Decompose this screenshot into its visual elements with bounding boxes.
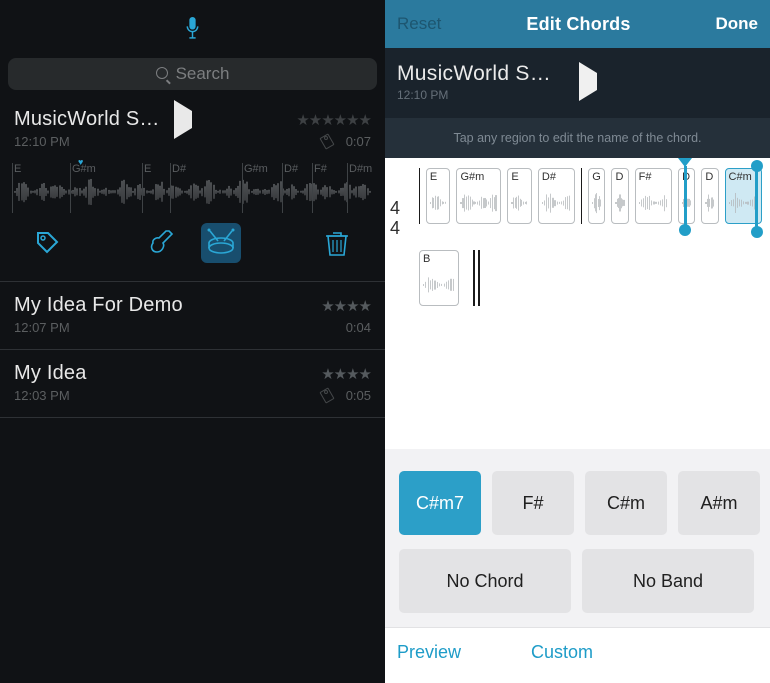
item-duration: 0:07 [346,134,371,149]
chord-region[interactable]: F# [635,168,672,224]
chord-label: G#m [72,163,96,175]
item-time: 12:10 PM [14,134,70,149]
chord-strip[interactable]: ♥ EG#mED#G#mD#F#D#m [14,163,371,213]
item-time: 12:03 PM [14,388,70,403]
item-time: 12:07 PM [14,320,70,335]
chord-region-label: D# [542,171,571,183]
chord-region[interactable]: D# [538,168,575,224]
header-title: Edit Chords [441,14,715,35]
drums-icon[interactable] [201,223,241,263]
list-item-selected[interactable]: MusicWorld S… ★★★★★★ 12:10 PM 0:07 ♥ EG#… [0,98,385,282]
time-signature: 4 4 [390,198,400,238]
chord-region[interactable]: B [419,250,459,306]
rating-stars[interactable]: ★★★★ [321,297,371,315]
mic-icon[interactable] [185,17,200,40]
now-title: MusicWorld S… [397,62,551,86]
tag-icon[interactable] [28,223,68,263]
search-icon [156,67,170,81]
play-button[interactable] [174,111,192,129]
chord-choice[interactable]: A#m [678,471,760,535]
chord-choice[interactable]: No Chord [399,549,571,613]
chord-choice[interactable]: F# [492,471,574,535]
barline-icon [473,250,475,306]
chord-region-label: F# [639,171,668,183]
item-duration: 0:05 [346,388,371,403]
chord-region-label: E [511,171,528,183]
barline-icon [419,168,420,224]
chord-region[interactable]: D [611,168,628,224]
chord-label: F# [314,163,327,175]
rating-stars[interactable]: ★★★★ [321,365,371,383]
chord-region[interactable]: E [507,168,532,224]
item-title: My Idea [14,362,87,385]
now-playing: MusicWorld S… 12:10 PM [385,48,770,118]
chord-label: E [14,163,21,175]
rating-stars[interactable]: ★★★★★★ [296,111,371,129]
reset-button[interactable]: Reset [397,14,441,34]
preview-button[interactable]: Preview [397,642,461,663]
now-time: 12:10 PM [397,88,551,102]
chord-region[interactable]: E [426,168,451,224]
item-title: My Idea For Demo [14,294,183,317]
chord-label: D# [284,163,298,175]
item-duration: 0:04 [346,320,371,335]
chord-choice[interactable]: No Band [582,549,754,613]
chord-region-label: E [430,171,447,183]
search-input[interactable]: Search [8,58,377,90]
edit-header: Reset Edit Chords Done [385,0,770,48]
list-item[interactable]: My Idea ★★★★ 12:03 PM 0:05 [0,350,385,418]
chord-label: G#m [244,163,268,175]
chord-choice[interactable]: C#m7 [399,471,481,535]
selection-handles[interactable] [688,164,760,244]
tag-mini-icon [320,135,334,149]
play-button[interactable] [579,73,597,91]
list-item[interactable]: My Idea For Demo ★★★★ 12:07 PM 0:04 [0,282,385,350]
chord-region[interactable]: G [588,168,605,224]
tag-mini-icon [320,389,334,403]
chord-label: D# [172,163,186,175]
item-title: MusicWorld S… [14,108,160,131]
guitar-icon[interactable] [145,223,185,263]
chord-region-label: G#m [460,171,497,183]
chord-label: D#m [349,163,372,175]
edit-hint: Tap any region to edit the name of the c… [385,118,770,158]
chord-choice[interactable]: C#m [585,471,667,535]
chord-picker: C#m7F#C#mA#m No ChordNo Band [385,449,770,627]
done-button[interactable]: Done [716,14,759,34]
chord-region-label: D [615,171,624,183]
custom-button[interactable]: Custom [531,642,593,663]
chord-region[interactable]: G#m [456,168,501,224]
trash-icon[interactable] [317,223,357,263]
chord-label: E [144,163,151,175]
search-placeholder: Search [176,64,230,84]
chord-region-label: G [592,171,601,183]
barline-icon [581,168,582,224]
